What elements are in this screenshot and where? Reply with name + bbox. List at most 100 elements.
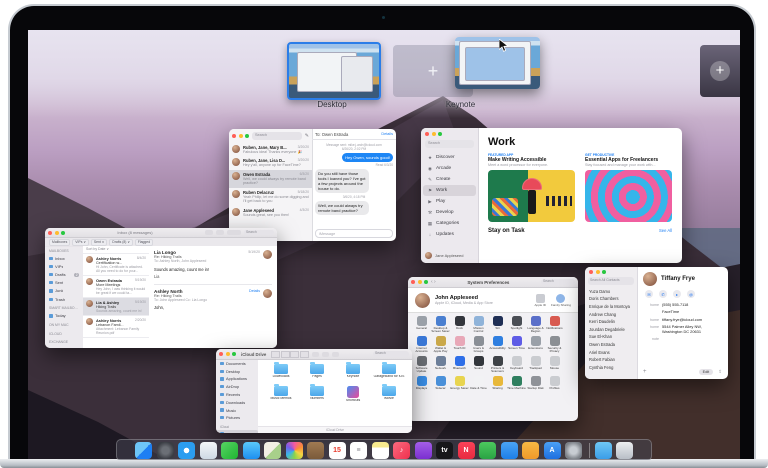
filter-button[interactable]: Drafts (8) ∨ <box>109 239 133 246</box>
mail-window[interactable]: Inbox (8 messages) Search Mailboxes VIPs… <box>45 228 277 348</box>
contact-row[interactable]: Robert Fabian <box>585 356 637 364</box>
see-all-link[interactable]: See All <box>659 228 672 233</box>
traffic-lights[interactable] <box>411 280 428 284</box>
preference-pane[interactable]: Date & Time <box>469 376 488 394</box>
contact-row[interactable]: Andrew Chang <box>585 310 637 318</box>
mail-list-row[interactable]: Lia & Ashley 5/19/20 Hiking Trails Sound… <box>83 298 149 316</box>
family-sharing-pane[interactable]: Family Sharing <box>551 294 571 307</box>
field-value[interactable]: FaceTime <box>662 310 679 315</box>
preference-pane[interactable]: Dock <box>450 316 469 334</box>
filter-button[interactable]: VIPs ∨ <box>72 239 89 246</box>
contact-row[interactable]: Owen Estrada <box>585 341 637 349</box>
mailbox-item[interactable]: Mailboxes <box>45 246 83 255</box>
finder-sidebar-item[interactable]: Desktop <box>216 367 258 375</box>
apple-id-pane[interactable]: Apple ID <box>534 294 546 307</box>
conversation-row[interactable]: Ruben, Jane, Lisa D... 3/20/20 Hey y'all… <box>229 156 312 169</box>
field-value[interactable]: (555) 555-7118 <box>662 303 688 308</box>
finder-sidebar-item[interactable]: iCloud Drive <box>216 430 258 433</box>
sidebar-item[interactable]: ◉ Arcade <box>423 163 476 174</box>
add-contact-button[interactable]: + <box>643 369 647 375</box>
dock-app[interactable]: 15 <box>329 442 346 459</box>
traffic-lights[interactable] <box>232 134 249 138</box>
preference-pane[interactable]: Users & Groups <box>469 336 488 354</box>
dock-app[interactable] <box>522 442 539 459</box>
dock-app[interactable] <box>243 442 260 459</box>
filter-button[interactable]: Mailboxes <box>49 239 70 246</box>
system-preferences-window[interactable]: ‹ › System Preferences Search John Apple… <box>408 277 578 421</box>
tags-icon[interactable] <box>332 352 339 357</box>
messages-window[interactable]: Search ✎ Ruben, Jane, Mary B... 3/20/20 … <box>229 129 396 241</box>
dock-app[interactable] <box>616 442 633 459</box>
mailbox-item[interactable]: VIPs <box>45 262 83 270</box>
preference-pane[interactable]: Sharing <box>488 376 507 394</box>
dock-app[interactable] <box>415 442 432 459</box>
field-value[interactable]: tiffany.frye@icloud.com <box>662 318 702 323</box>
search-input[interactable]: Search <box>252 132 302 140</box>
mailbox-item[interactable]: Smart Mailboxes <box>45 303 83 312</box>
reply-icons[interactable] <box>227 230 241 235</box>
finder-sidebar-item[interactable]: Recents <box>216 391 258 399</box>
preference-pane[interactable]: Siri <box>488 316 507 334</box>
contact-row[interactable]: Sue El-Khan <box>585 333 637 341</box>
contact-action-button[interactable]: ▸ <box>673 290 681 298</box>
traffic-lights[interactable] <box>585 267 637 276</box>
compose-icon[interactable] <box>216 230 224 235</box>
preference-pane[interactable]: Network <box>431 356 450 374</box>
sidebar-item[interactable]: ⚑ Work <box>423 185 476 196</box>
finder-sidebar-item[interactable]: iCloud <box>216 422 258 430</box>
contact-row[interactable]: Yuza Damo <box>585 288 637 296</box>
preference-pane[interactable]: Profiles <box>545 376 564 394</box>
dock-app[interactable] <box>178 442 195 459</box>
get-mail-icon[interactable] <box>205 230 213 235</box>
preference-pane[interactable]: Software Update <box>412 356 431 374</box>
edit-button[interactable]: Edit <box>699 369 714 375</box>
preference-pane[interactable]: Wallet & Apple Pay <box>431 336 450 354</box>
conversation-row[interactable]: Jane Appleseed 4/3/20 Sounds great, see … <box>229 206 312 219</box>
preference-pane[interactable]: Notifications <box>545 316 564 334</box>
sidebar-item[interactable]: ✎ Create <box>423 174 476 185</box>
contact-row[interactable]: Doris Chambers <box>585 295 637 303</box>
preference-pane[interactable]: Startup Disk <box>526 376 545 394</box>
finder-sidebar-item[interactable]: Downloads <box>216 398 258 406</box>
mailbox-item[interactable]: Inbox <box>45 254 83 262</box>
finder-sidebar-item[interactable]: Applications <box>216 375 258 383</box>
featured-card[interactable]: FEATURED APP Make Writing Accessible Mee… <box>488 153 575 222</box>
folder-item[interactable]: iMovie <box>371 386 407 407</box>
finder-sidebar-item[interactable]: Documents <box>216 360 258 368</box>
folder-item[interactable]: Pages <box>299 364 335 383</box>
mailbox-item[interactable]: Today <box>45 312 83 320</box>
share-icon[interactable]: ⇪ <box>718 369 722 375</box>
folder-item[interactable]: Shortcuts <box>335 386 371 407</box>
dock-app[interactable] <box>565 442 582 459</box>
dock-app[interactable]: ♪ <box>393 442 410 459</box>
preference-pane[interactable]: Language & Region <box>526 316 545 334</box>
dock-app[interactable]: ≡ <box>350 442 367 459</box>
sidebar-item[interactable]: ▶ Play <box>423 196 476 207</box>
mailbox-item[interactable]: Junk <box>45 287 83 295</box>
space-thumbnail-keynote[interactable] <box>455 37 540 89</box>
account-button[interactable]: Jane Appleseed <box>425 252 463 259</box>
contact-row[interactable]: Enrique de la Montoya <box>585 303 637 311</box>
dock-app[interactable]: tv <box>436 442 453 459</box>
preference-pane[interactable]: Bluetooth <box>450 356 469 374</box>
preference-pane[interactable]: Spotlight <box>507 316 526 334</box>
app-store-window[interactable]: Search ★ Discover ◉ Arcade ✎ Cre <box>421 128 682 263</box>
mailbox-item[interactable]: On My Mac <box>45 320 83 329</box>
sidebar-item[interactable]: ▦ Categories <box>423 218 476 229</box>
space-thumbnail-desktop[interactable] <box>287 42 381 100</box>
preference-pane[interactable]: Desktop & Screen Saver <box>431 316 450 334</box>
preference-pane[interactable]: Displays <box>412 376 431 394</box>
preference-pane[interactable]: Mission Control <box>469 316 488 334</box>
conversation-row[interactable]: Ruben, Jane, Mary B... 3/20/20 Fabulous … <box>229 143 312 156</box>
search-input[interactable]: Search <box>541 279 575 285</box>
preference-pane[interactable]: Screen Time <box>507 336 526 354</box>
mailbox-item[interactable]: Exchange <box>45 337 83 346</box>
filter-button[interactable]: Sent ∨ <box>91 239 107 246</box>
contacts-window[interactable]: Search All Contacts Yuza Damo Doris Cham… <box>585 267 728 379</box>
dock-app[interactable] <box>372 442 389 459</box>
sidebar-item[interactable]: ↓ Updates <box>423 229 476 239</box>
traffic-lights[interactable] <box>421 128 478 138</box>
preference-pane[interactable]: Touch ID <box>450 336 469 354</box>
search-input[interactable]: Search <box>425 140 474 148</box>
contact-action-button[interactable]: ✆ <box>659 290 667 298</box>
